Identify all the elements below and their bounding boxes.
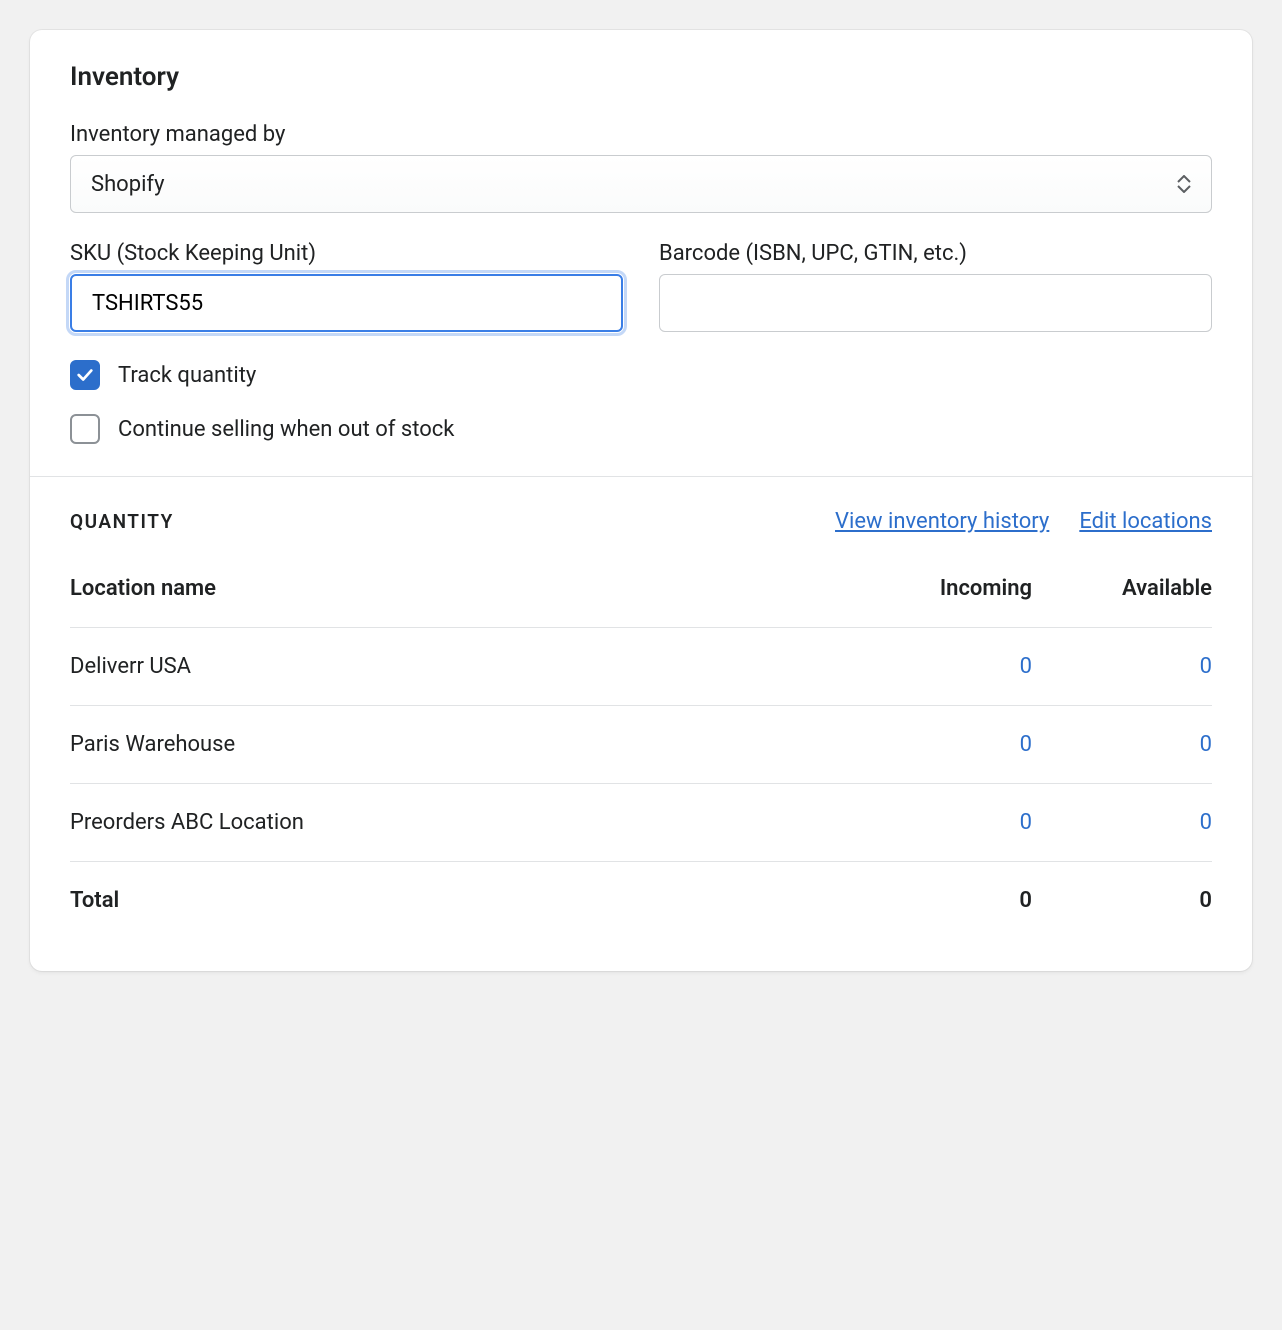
barcode-label: Barcode (ISBN, UPC, GTIN, etc.) <box>659 241 1212 266</box>
incoming-value[interactable]: 0 <box>832 784 1032 862</box>
quantity-title: QUANTITY <box>70 510 174 533</box>
table-row: Paris Warehouse00 <box>70 706 1212 784</box>
inventory-top-section: Inventory Inventory managed by Shopify S… <box>30 30 1252 476</box>
available-value[interactable]: 0 <box>1032 628 1212 706</box>
col-incoming-header: Incoming <box>832 570 1032 628</box>
total-available: 0 <box>1032 862 1212 940</box>
location-name: Paris Warehouse <box>70 706 832 784</box>
table-header-row: Location name Incoming Available <box>70 570 1212 628</box>
incoming-value[interactable]: 0 <box>832 706 1032 784</box>
table-row: Preorders ABC Location00 <box>70 784 1212 862</box>
col-available-header: Available <box>1032 570 1212 628</box>
view-inventory-history-link[interactable]: View inventory history <box>835 509 1049 534</box>
incoming-value[interactable]: 0 <box>832 628 1032 706</box>
continue-selling-checkbox[interactable] <box>70 414 100 444</box>
track-quantity-row[interactable]: Track quantity <box>70 360 1212 390</box>
managed-by-value: Shopify <box>91 172 165 197</box>
sku-input[interactable] <box>70 274 623 332</box>
track-quantity-label: Track quantity <box>118 363 256 388</box>
continue-selling-row[interactable]: Continue selling when out of stock <box>70 414 1212 444</box>
quantity-section: QUANTITY View inventory history Edit loc… <box>30 477 1252 971</box>
col-location-header: Location name <box>70 570 832 628</box>
table-total-row: Total 0 0 <box>70 862 1212 940</box>
card-title: Inventory <box>70 62 1212 92</box>
location-name: Deliverr USA <box>70 628 832 706</box>
available-value[interactable]: 0 <box>1032 784 1212 862</box>
table-row: Deliverr USA00 <box>70 628 1212 706</box>
quantity-table: Location name Incoming Available Deliver… <box>70 570 1212 939</box>
available-value[interactable]: 0 <box>1032 706 1212 784</box>
continue-selling-label: Continue selling when out of stock <box>118 417 454 442</box>
total-label: Total <box>70 862 832 940</box>
barcode-input[interactable] <box>659 274 1212 332</box>
inventory-card: Inventory Inventory managed by Shopify S… <box>30 30 1252 971</box>
edit-locations-link[interactable]: Edit locations <box>1079 509 1212 534</box>
sku-label: SKU (Stock Keeping Unit) <box>70 241 623 266</box>
select-arrows-icon <box>1177 175 1191 193</box>
managed-by-label: Inventory managed by <box>70 122 1212 147</box>
location-name: Preorders ABC Location <box>70 784 832 862</box>
managed-by-select[interactable]: Shopify <box>70 155 1212 213</box>
track-quantity-checkbox[interactable] <box>70 360 100 390</box>
total-incoming: 0 <box>832 862 1032 940</box>
